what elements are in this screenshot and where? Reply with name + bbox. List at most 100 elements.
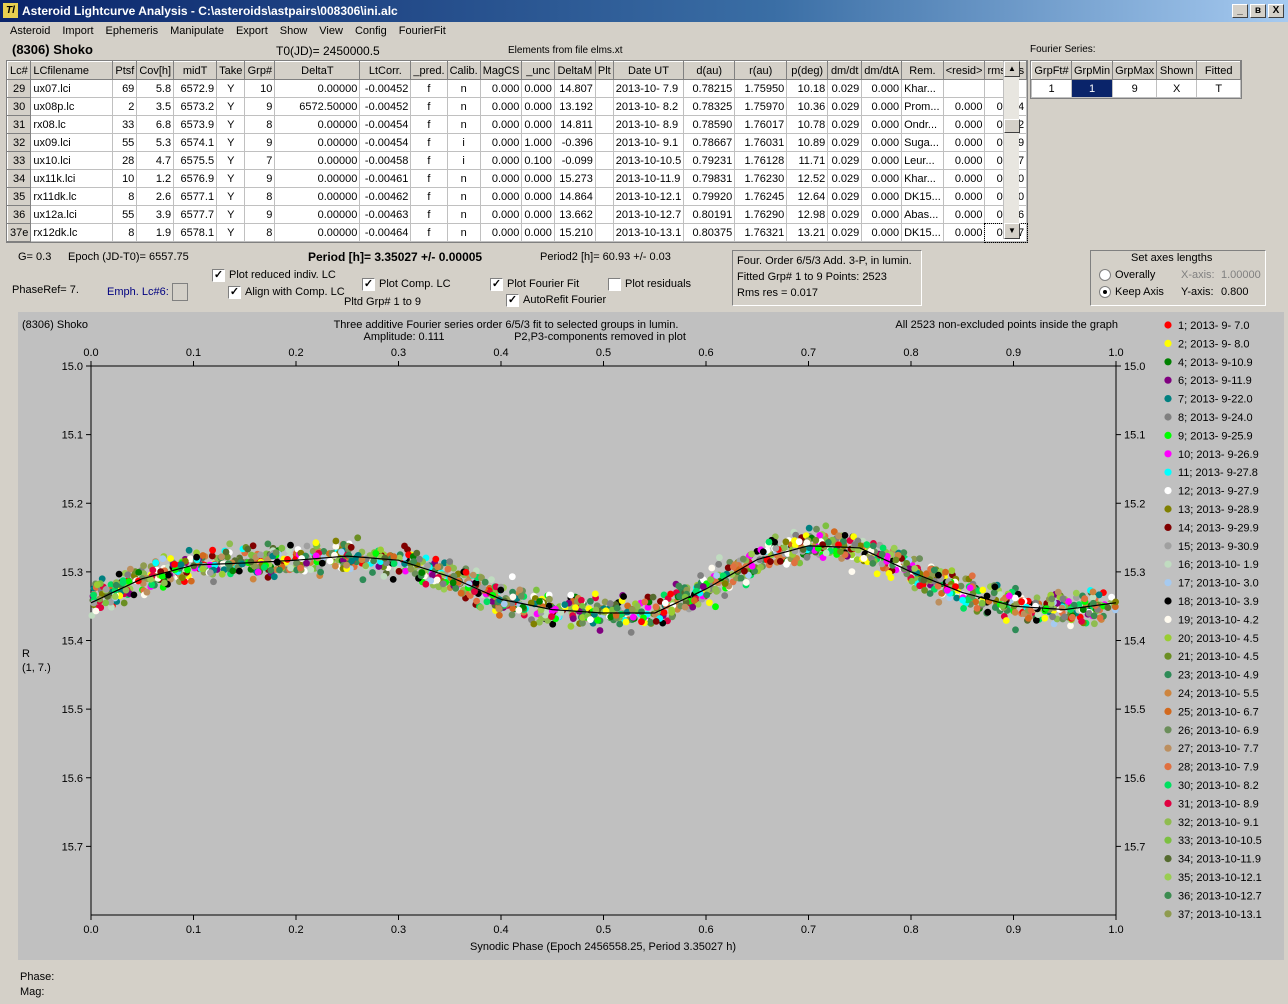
- table-cell[interactable]: [594, 187, 614, 206]
- scroll-down-icon[interactable]: ▼: [1004, 223, 1020, 239]
- table-cell[interactable]: 1.76017: [734, 115, 788, 134]
- fourier-column-header[interactable]: GrpMin: [1070, 61, 1114, 80]
- table-cell[interactable]: [594, 223, 614, 242]
- table-cell[interactable]: -0.00462: [359, 187, 412, 206]
- overally-radio[interactable]: Overally: [1099, 268, 1155, 282]
- table-cell[interactable]: [594, 115, 614, 134]
- fourier-cell[interactable]: T: [1196, 79, 1242, 98]
- table-cell[interactable]: 2013-10-13.1: [612, 223, 685, 242]
- table-cell[interactable]: 1.76245: [734, 187, 788, 206]
- table-cell[interactable]: Prom...: [901, 97, 944, 116]
- menu-ephemeris[interactable]: Ephemeris: [100, 23, 165, 40]
- column-header[interactable]: LtCorr.: [359, 61, 412, 80]
- keep-axis-radio[interactable]: Keep Axis: [1099, 285, 1164, 299]
- table-cell[interactable]: 10.18: [786, 79, 829, 98]
- column-header[interactable]: Cov[h]: [136, 61, 175, 80]
- table-cell[interactable]: 69: [112, 79, 138, 98]
- table-cell[interactable]: Y: [216, 79, 246, 98]
- table-cell[interactable]: n: [446, 169, 481, 188]
- table-cell[interactable]: 12.64: [786, 187, 829, 206]
- table-cell[interactable]: -0.099: [553, 151, 596, 170]
- table-cell[interactable]: 9: [244, 169, 276, 188]
- fourier-cell[interactable]: 1: [1031, 79, 1072, 98]
- menu-config[interactable]: Config: [349, 23, 393, 40]
- table-cell[interactable]: 1.76321: [734, 223, 788, 242]
- table-cell[interactable]: -0.396: [553, 133, 596, 152]
- table-cell[interactable]: n: [446, 115, 481, 134]
- table-cell[interactable]: 6578.1: [173, 223, 218, 242]
- table-cell[interactable]: 0.000: [942, 97, 986, 116]
- column-header[interactable]: Lc#: [6, 61, 32, 80]
- table-cell[interactable]: ux09.lci: [30, 133, 114, 152]
- table-cell[interactable]: 0.000: [479, 205, 523, 224]
- table-cell[interactable]: 0.00000: [274, 169, 361, 188]
- table-cell[interactable]: 6572.50000: [274, 97, 361, 116]
- table-cell[interactable]: 8: [244, 187, 276, 206]
- table-cell[interactable]: rx12dk.lc: [30, 223, 114, 242]
- table-cell[interactable]: 2013-10- 8.2: [612, 97, 685, 116]
- table-cell[interactable]: [594, 205, 614, 224]
- table-cell[interactable]: Khar...: [901, 79, 944, 98]
- table-cell[interactable]: f: [410, 223, 448, 242]
- table-cell[interactable]: 0.80375: [683, 223, 736, 242]
- table-cell[interactable]: 0.000: [479, 223, 523, 242]
- table-cell[interactable]: 2013-10- 8.9: [612, 115, 685, 134]
- autorefit-checkbox[interactable]: ✓ AutoRefit Fourier: [506, 293, 606, 307]
- row-header[interactable]: 31: [6, 115, 32, 134]
- table-cell[interactable]: DK15...: [901, 223, 944, 242]
- table-cell[interactable]: -0.00454: [359, 115, 412, 134]
- table-cell[interactable]: n: [446, 223, 481, 242]
- table-cell[interactable]: 5.3: [136, 133, 175, 152]
- column-header[interactable]: <resid>: [942, 61, 986, 80]
- column-header[interactable]: p(deg): [786, 61, 829, 80]
- column-header[interactable]: Take: [216, 61, 246, 80]
- table-cell[interactable]: -0.00458: [359, 151, 412, 170]
- table-cell[interactable]: 13.192: [553, 97, 596, 116]
- maximize-button[interactable]: ʙ: [1250, 4, 1266, 18]
- table-cell[interactable]: 6575.5: [173, 151, 218, 170]
- table-cell[interactable]: 0.000: [861, 151, 903, 170]
- plot-fourier-checkbox[interactable]: ✓ Plot Fourier Fit: [490, 277, 579, 291]
- table-cell[interactable]: 6573.2: [173, 97, 218, 116]
- table-cell[interactable]: Abas...: [901, 205, 944, 224]
- table-cell[interactable]: 5.8: [136, 79, 175, 98]
- table-cell[interactable]: 15.273: [553, 169, 596, 188]
- row-header[interactable]: 33: [6, 151, 32, 170]
- fourier-column-header[interactable]: Shown: [1156, 61, 1198, 80]
- table-cell[interactable]: 2013-10- 9.1: [612, 133, 685, 152]
- table-cell[interactable]: Y: [216, 223, 246, 242]
- table-row[interactable]: 35 rx11dk.lc 8 2.6 6577.1 Y 8 0.00000 -0.00462 f n…: [6, 187, 1028, 206]
- table-cell[interactable]: 0.000: [942, 133, 986, 152]
- column-header[interactable]: dm/dt: [827, 61, 863, 80]
- column-header[interactable]: r(au): [734, 61, 788, 80]
- table-cell[interactable]: Suga...: [901, 133, 944, 152]
- lightcurve-table[interactable]: Lc# LCfilename Ptsf Cov[h] midT Take Grp# Delta…: [6, 60, 1029, 243]
- table-row[interactable]: 37e rx12dk.lc 8 1.9 6578.1 Y 8 0.00000 -0.00464 f…: [6, 222, 1028, 243]
- table-cell[interactable]: 12.98: [786, 205, 829, 224]
- table-row[interactable]: 31 rx08.lc 33 6.8 6573.9 Y 8 0.00000 -0.00454 f n 0…: [6, 115, 1028, 134]
- table-cell[interactable]: 0.000: [942, 169, 986, 188]
- table-cell[interactable]: 4.7: [136, 151, 175, 170]
- fourier-row[interactable]: 119XT: [1031, 79, 1242, 98]
- table-cell[interactable]: Y: [216, 187, 246, 206]
- table-cell[interactable]: 2013-10-10.5: [612, 151, 685, 170]
- close-button[interactable]: X: [1268, 4, 1284, 18]
- menu-show[interactable]: Show: [274, 23, 314, 40]
- table-row[interactable]: 29 ux07.lci 69 5.8 6572.9 Y 10 0.00000 -0.00452 f…: [6, 79, 1028, 98]
- table-cell[interactable]: ux08p.lc: [30, 97, 114, 116]
- table-cell[interactable]: Y: [216, 115, 246, 134]
- table-cell[interactable]: n: [446, 97, 481, 116]
- table-cell[interactable]: 0.029: [827, 97, 863, 116]
- table-cell[interactable]: 0.000: [521, 115, 555, 134]
- scroll-up-icon[interactable]: ▲: [1004, 61, 1020, 77]
- menu-view[interactable]: View: [313, 23, 349, 40]
- table-cell[interactable]: 33: [112, 115, 138, 134]
- table-cell[interactable]: -0.00452: [359, 79, 412, 98]
- menu-import[interactable]: Import: [56, 23, 99, 40]
- table-cell[interactable]: DK15...: [901, 187, 944, 206]
- menu-asteroid[interactable]: Asteroid: [4, 23, 56, 40]
- table-cell[interactable]: 0.00000: [274, 133, 361, 152]
- table-cell[interactable]: i: [446, 133, 481, 152]
- table-cell[interactable]: 10.78: [786, 115, 829, 134]
- table-cell[interactable]: [942, 79, 986, 98]
